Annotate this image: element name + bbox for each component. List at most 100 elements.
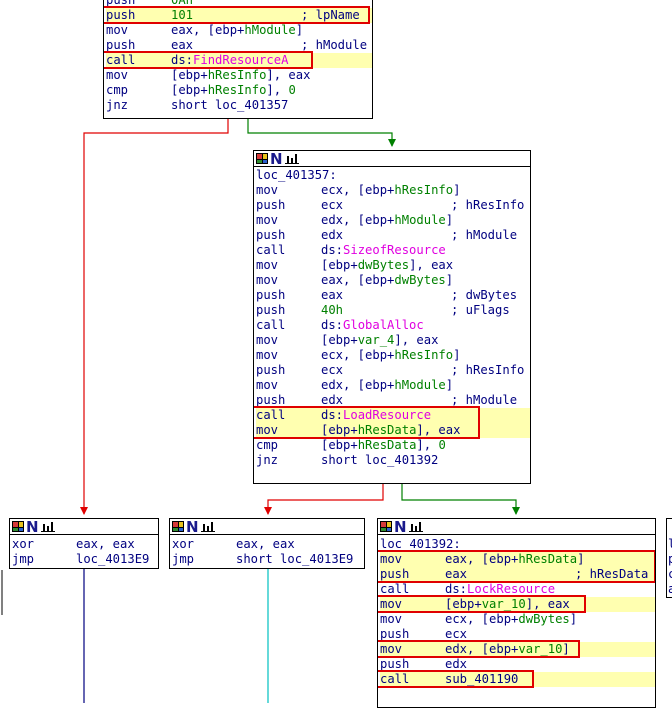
code-line[interactable]: push ecx ; hResInfo: [256, 363, 530, 378]
mnemonic: cmp: [106, 83, 129, 97]
code-line[interactable]: call ds:LoadResource: [256, 408, 530, 423]
code-line[interactable]: p: [668, 552, 672, 567]
operands: ecx: [321, 198, 344, 212]
operands: eax, [ebp+hModule]: [171, 23, 304, 37]
code-line[interactable]: jnz short loc_401357: [106, 98, 372, 113]
operands: [ebp+var_10], eax: [445, 597, 570, 611]
code-line[interactable]: a: [668, 582, 672, 597]
code-line[interactable]: xor eax, eax: [172, 537, 364, 552]
code-line[interactable]: mov eax, [ebp+hResData]: [380, 552, 655, 567]
code-line[interactable]: l: [668, 537, 672, 552]
code-line[interactable]: call sub_401190: [380, 672, 655, 687]
mnemonic: xor: [12, 537, 35, 551]
code-line[interactable]: jnz short loc_401392: [256, 453, 530, 468]
code-block-loc-401392[interactable]: N loc_401392: mov eax, [ebp+hResData] push e…: [377, 518, 656, 708]
code-line[interactable]: push ecx: [380, 627, 655, 642]
code-line[interactable]: push eax ; dwBytes: [256, 288, 530, 303]
operands: [ebp+hResData], 0: [321, 438, 446, 452]
code-block-left-2[interactable]: N xor eax, eax jmp short loc_4013E9: [169, 518, 365, 569]
comment: ; hModule: [451, 393, 518, 407]
code-line[interactable]: mov [ebp+hResData], eax: [256, 423, 530, 438]
code-line[interactable]: push 101 ; lpName: [106, 8, 372, 23]
operands: eax: [445, 567, 468, 581]
node-n-icon: N: [26, 518, 39, 536]
mnemonic: push: [106, 0, 136, 7]
code-line[interactable]: mov edx, [ebp+var_10]: [380, 642, 655, 657]
comment: ; lpName: [301, 8, 360, 22]
code-line[interactable]: cmp [ebp+hResInfo], 0: [106, 83, 372, 98]
code-line[interactable]: mov eax, [ebp+hModule]: [106, 23, 372, 38]
operands: 40h: [321, 303, 344, 317]
mnemonic: push: [380, 567, 410, 581]
operands: short loc_4013E9: [236, 552, 354, 566]
mnemonic: push: [256, 393, 286, 407]
operands: [ebp+dwBytes], eax: [321, 258, 454, 272]
code-label[interactable]: loc_401392:: [380, 537, 461, 552]
code-line[interactable]: mov [ebp+var_10], eax: [380, 597, 655, 612]
mnemonic: mov: [256, 273, 279, 287]
code-label[interactable]: loc_401357:: [256, 168, 337, 183]
code-line[interactable]: c: [668, 567, 672, 582]
operands: eax, eax: [76, 537, 135, 551]
chart-bars-icon: [200, 521, 215, 532]
code-line[interactable]: push 0Ah: [106, 0, 372, 8]
code-block-left-1[interactable]: N xor eax, eax jmp loc_4013E9: [9, 518, 159, 569]
operands: [ebp+var_4], eax: [321, 333, 439, 347]
mnemonic: mov: [380, 642, 403, 656]
operands: short loc_401392: [321, 453, 439, 467]
code-line[interactable]: push 40h ; uFlags: [256, 303, 530, 318]
code-block-edge[interactable]: lpca: [666, 518, 672, 598]
mnemonic: mov: [106, 23, 129, 37]
code-line[interactable]: push eax ; hResData: [380, 567, 655, 582]
code-line[interactable]: jmp short loc_4013E9: [172, 552, 364, 567]
mnemonic: mov: [256, 213, 279, 227]
code-line[interactable]: call ds:LockResource: [380, 582, 655, 597]
code-line[interactable]: push ecx ; hResInfo: [256, 198, 530, 213]
node-n-icon: N: [270, 150, 283, 168]
operands: ecx: [445, 627, 468, 641]
operands: eax, [ebp+hResData]: [445, 552, 585, 566]
block-header: N: [10, 519, 158, 535]
graph-grid-icon: [380, 521, 392, 532]
graph-grid-icon: [12, 521, 24, 532]
code-line[interactable]: push edx: [380, 657, 655, 672]
mnemonic: jmp: [12, 552, 35, 566]
code-line[interactable]: mov [ebp+hResInfo], eax: [106, 68, 372, 83]
mnemonic: mov: [380, 597, 403, 611]
code-line[interactable]: mov ecx, [ebp+hResInfo]: [256, 348, 530, 363]
code-block-loc-401357[interactable]: N loc_401357: mov ecx, [ebp+hResInfo] push e…: [253, 150, 531, 484]
operands: [ebp+hResInfo], eax: [171, 68, 311, 82]
code-line[interactable]: push edx ; hModule: [256, 228, 530, 243]
code-line[interactable]: call ds:GlobalAlloc: [256, 318, 530, 333]
mnemonic: jnz: [106, 98, 129, 112]
chart-bars-icon: [284, 153, 299, 164]
code-line[interactable]: mov edx, [ebp+hModule]: [256, 378, 530, 393]
code-line[interactable]: mov [ebp+dwBytes], eax: [256, 258, 530, 273]
code-line[interactable]: mov eax, [ebp+dwBytes]: [256, 273, 530, 288]
edge-true-top: [247, 118, 396, 147]
code-line[interactable]: mov edx, [ebp+hModule]: [256, 213, 530, 228]
operands: eax, eax: [236, 537, 295, 551]
code-line[interactable]: mov ecx, [ebp+hResInfo]: [256, 183, 530, 198]
comment: ; hModule: [301, 38, 368, 52]
operands: ecx: [321, 363, 344, 377]
mnemonic: call: [380, 672, 410, 686]
mnemonic: call: [380, 582, 410, 596]
code-line[interactable]: jmp loc_4013E9: [12, 552, 158, 567]
code-line[interactable]: push edx ; hModule: [256, 393, 530, 408]
mnemonic: jmp: [172, 552, 195, 566]
code-line[interactable]: xor eax, eax: [12, 537, 158, 552]
operands: edx: [445, 657, 468, 671]
code-line[interactable]: push eax ; hModule: [106, 38, 372, 53]
code-block-top[interactable]: push 0Ah push 101 ; lpName mov eax, [ebp+hModu…: [103, 0, 373, 119]
code-line[interactable]: call ds:SizeofResource: [256, 243, 530, 258]
block-header: N: [378, 519, 655, 535]
node-n-icon: N: [186, 518, 199, 536]
code-line[interactable]: cmp [ebp+hResData], 0: [256, 438, 530, 453]
code-line[interactable]: mov [ebp+var_4], eax: [256, 333, 530, 348]
code-line[interactable]: call ds:FindResourceA: [106, 53, 372, 68]
code-line[interactable]: mov ecx, [ebp+dwBytes]: [380, 612, 655, 627]
mnemonic: call: [256, 243, 286, 257]
operands: eax: [171, 38, 194, 52]
comment: ; hResInfo: [451, 363, 525, 377]
